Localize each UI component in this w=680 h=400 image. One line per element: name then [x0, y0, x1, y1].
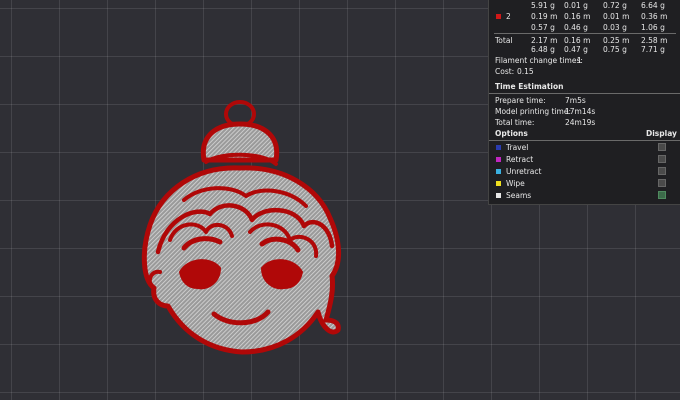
stats-cell-c1: 0.19 m [531, 12, 558, 21]
stats-cell-c4: 6.64 g [641, 1, 665, 10]
prepare-time-row: Prepare time: 7m5s [489, 95, 680, 106]
option-row-seams: Seams [489, 190, 680, 201]
stats-row-filament-2-weight: 0.57 g 0.46 g 0.03 g 1.06 g [489, 22, 680, 33]
filament-color-swatch [496, 14, 501, 19]
stats-cell-c1: 6.48 g [531, 45, 555, 54]
option-row-wipe: Wipe [489, 178, 680, 189]
stats-cell-c1: 5.91 g [531, 1, 555, 10]
total-time-row: Total time: 24m19s [489, 117, 680, 128]
model-printing-time-row: Model printing time: 17m14s [489, 106, 680, 117]
3d-preview-viewport[interactable]: 5.91 g 0.01 g 0.72 g 6.64 g 2 0.19 m 0.16 m 0.0… [0, 0, 680, 400]
stats-cell-c3: 0.01 m [603, 12, 630, 21]
prepare-time-value: 7m5s [565, 96, 586, 105]
total-divider [494, 33, 676, 34]
display-unretract-checkbox[interactable] [658, 167, 666, 175]
option-label: Travel [506, 143, 529, 152]
time-divider [489, 93, 680, 94]
cost-label: Cost: [495, 67, 515, 76]
filament-change-row: Filament change times: 1 [489, 55, 680, 66]
stats-cell-c2: 0.16 m [564, 12, 591, 21]
option-color-swatch [496, 193, 501, 198]
cost-row: Cost: 0.15 [489, 66, 680, 77]
model-printing-time-value: 17m14s [565, 107, 596, 116]
stats-row-filament-2-length: 2 0.19 m 0.16 m 0.01 m 0.36 m [489, 11, 680, 22]
stats-cell-c3: 0.72 g [603, 1, 627, 10]
display-column-label: Display [646, 129, 677, 138]
option-label: Retract [506, 155, 534, 164]
option-color-swatch [496, 181, 501, 186]
time-estimation-header: Time Estimation [489, 81, 680, 93]
stats-row-total-weight: 6.48 g 0.47 g 0.75 g 7.71 g [489, 44, 680, 55]
stats-cell-c4: 1.06 g [641, 23, 665, 32]
option-row-travel: Travel [489, 142, 680, 153]
option-color-swatch [496, 157, 501, 162]
cost-value: 0.15 [517, 67, 534, 76]
stats-cell-c4: 0.36 m [641, 12, 668, 21]
option-row-unretract: Unretract [489, 166, 680, 177]
stats-row-row-top: 5.91 g 0.01 g 0.72 g 6.64 g [489, 0, 680, 11]
filament-change-label: Filament change times: [495, 56, 583, 65]
filament-change-value: 1 [577, 56, 582, 65]
display-travel-checkbox[interactable] [658, 143, 666, 151]
total-time-value: 24m19s [565, 118, 596, 127]
option-color-swatch [496, 169, 501, 174]
stats-cell-c3: 0.75 g [603, 45, 627, 54]
eye-left [179, 259, 221, 290]
stats-cell-c1: 0.57 g [531, 23, 555, 32]
display-seams-checkbox[interactable] [658, 191, 666, 199]
option-label: Seams [506, 191, 532, 200]
time-estimation-title: Time Estimation [495, 82, 564, 91]
stats-row-label: 2 [506, 12, 511, 21]
option-color-swatch [496, 145, 501, 150]
options-header: Options Display [489, 128, 680, 140]
eye-right [261, 259, 303, 290]
total-time-label: Total time: [495, 118, 535, 127]
option-label: Unretract [506, 167, 542, 176]
stats-cell-c2: 0.01 g [564, 1, 588, 10]
display-retract-checkbox[interactable] [658, 155, 666, 163]
options-divider [489, 140, 680, 141]
stats-cell-c2: 0.46 g [564, 23, 588, 32]
model-printing-time-label: Model printing time: [495, 107, 571, 116]
stats-cell-c3: 0.03 g [603, 23, 627, 32]
slice-statistics-panel: 5.91 g 0.01 g 0.72 g 6.64 g 2 0.19 m 0.16 m 0.0… [488, 0, 680, 205]
options-title: Options [495, 129, 528, 138]
prepare-time-label: Prepare time: [495, 96, 546, 105]
stats-cell-c2: 0.47 g [564, 45, 588, 54]
sliced-model-preview[interactable] [130, 95, 350, 360]
option-row-retract: Retract [489, 154, 680, 165]
display-wipe-checkbox[interactable] [658, 179, 666, 187]
option-label: Wipe [506, 179, 525, 188]
stats-cell-c4: 7.71 g [641, 45, 665, 54]
